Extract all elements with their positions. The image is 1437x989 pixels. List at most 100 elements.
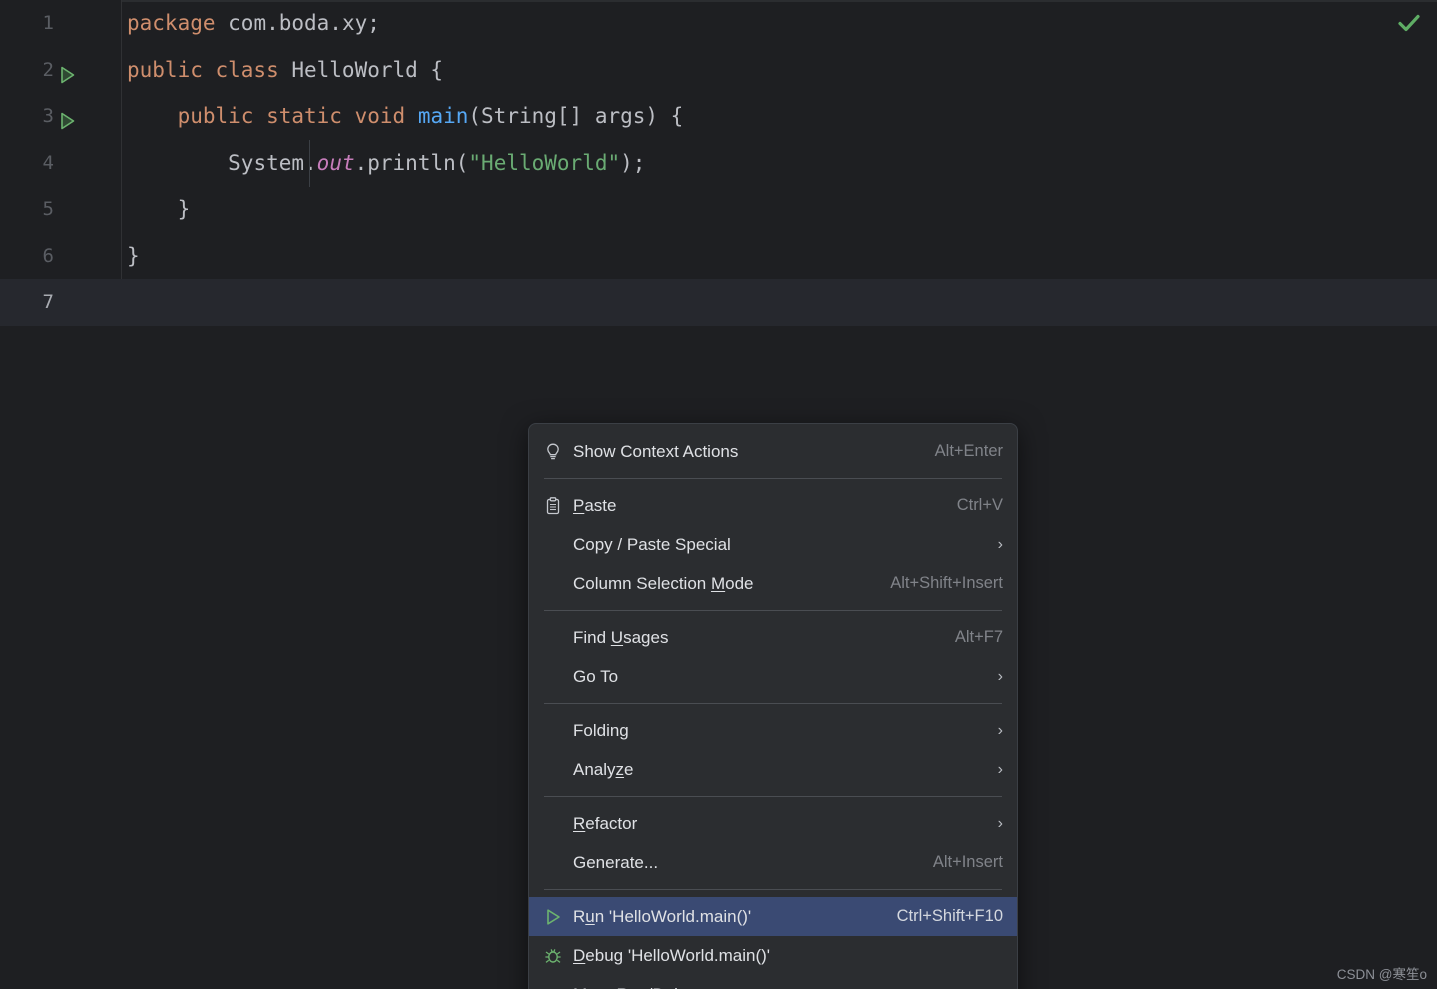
menu-item-label: Go To bbox=[573, 666, 619, 686]
chevron-right-icon: › bbox=[997, 760, 1003, 778]
run-gutter-icon[interactable] bbox=[56, 105, 78, 130]
gutter-line-3: 3 bbox=[0, 93, 122, 140]
code-line-7 bbox=[122, 279, 1437, 326]
token-static-field: out bbox=[316, 150, 355, 175]
no-icon bbox=[543, 984, 573, 989]
menu-item-shortcut: Alt+F7 bbox=[954, 628, 1003, 646]
line-number: 2 bbox=[42, 58, 54, 81]
menu-item-shortcut: Alt+Insert bbox=[932, 853, 1003, 871]
code-line-2: public class HelloWorld { bbox=[122, 47, 1437, 94]
menu-item-shortcut: Ctrl+V bbox=[956, 496, 1003, 514]
editor-context-menu[interactable]: Show Context Actions Alt+Enter Paste Ctr… bbox=[528, 423, 1018, 989]
no-icon bbox=[543, 759, 573, 781]
lightbulb-icon bbox=[543, 441, 573, 463]
token-method-name: main bbox=[405, 104, 469, 128]
menu-item-label: Paste bbox=[573, 495, 617, 515]
token-params: (String[] args) { bbox=[468, 104, 684, 128]
menu-item-shortcut: Ctrl+Shift+F10 bbox=[896, 907, 1003, 925]
line-number: 1 bbox=[42, 12, 54, 34]
run-play-icon bbox=[543, 906, 573, 928]
checkmark-icon[interactable] bbox=[1396, 10, 1422, 36]
menu-item-label: Column Selection Mode bbox=[573, 573, 754, 593]
token-brace: } bbox=[127, 243, 140, 268]
menu-item-label: Refactor bbox=[573, 813, 638, 833]
token-string-literal: "HelloWorld" bbox=[468, 150, 621, 175]
chevron-right-icon: › bbox=[997, 814, 1003, 832]
token-brace: } bbox=[127, 197, 191, 221]
token-system: System. bbox=[228, 150, 317, 175]
code-line-4: System.out.println("HelloWorld"); bbox=[122, 140, 1437, 187]
menu-item-label: Folding bbox=[573, 720, 629, 740]
menu-item-folding[interactable]: Folding › bbox=[529, 711, 1017, 750]
no-icon bbox=[543, 627, 573, 649]
menu-item-label: Copy / Paste Special bbox=[573, 534, 731, 554]
line-number: 6 bbox=[42, 244, 54, 267]
menu-item-go-to[interactable]: Go To › bbox=[529, 657, 1017, 696]
chevron-right-icon: › bbox=[997, 535, 1003, 553]
menu-item-label: Debug 'HelloWorld.main()' bbox=[573, 945, 771, 965]
menu-separator bbox=[544, 610, 1002, 611]
line-number-current: 7 bbox=[42, 291, 54, 313]
no-icon bbox=[543, 534, 573, 556]
menu-item-generate[interactable]: Generate... Alt+Insert bbox=[529, 843, 1017, 882]
menu-item-label: Show Context Actions bbox=[573, 441, 739, 461]
menu-item-refactor[interactable]: Refactor › bbox=[529, 804, 1017, 843]
token-keyword: void bbox=[341, 104, 406, 128]
editor-gutter[interactable]: 1 2 3 4 5 6 7 bbox=[0, 0, 122, 326]
watermark: CSDN @寒笙o bbox=[1336, 967, 1427, 982]
clipboard-icon bbox=[543, 495, 573, 517]
code-text[interactable]: package com.boda.xy; public class HelloW… bbox=[122, 0, 1437, 326]
menu-separator bbox=[544, 796, 1002, 797]
no-icon bbox=[543, 666, 573, 688]
gutter-line-6: 6 bbox=[0, 233, 122, 280]
menu-item-label: Analyze bbox=[573, 759, 634, 779]
menu-item-more-run-debug[interactable]: More Run/Debug › bbox=[529, 975, 1017, 989]
menu-item-paste[interactable]: Paste Ctrl+V bbox=[529, 486, 1017, 525]
menu-item-label: More Run/Debug bbox=[573, 985, 980, 989]
token-println: .println( bbox=[354, 150, 469, 175]
chevron-right-icon: › bbox=[997, 667, 1003, 685]
menu-separator bbox=[544, 703, 1002, 704]
menu-separator bbox=[544, 478, 1002, 479]
gutter-line-7: 7 bbox=[0, 279, 122, 326]
code-area: 1 2 3 4 5 6 7 package com.boda.xy; publi… bbox=[0, 0, 1437, 326]
no-icon bbox=[543, 813, 573, 835]
menu-item-shortcut: Alt+Enter bbox=[934, 442, 1003, 460]
gutter-line-2: 2 bbox=[0, 47, 122, 94]
token-class-name: HelloWorld { bbox=[278, 57, 444, 82]
token-keyword: public bbox=[127, 57, 203, 82]
menu-separator bbox=[544, 889, 1002, 890]
menu-item-label: Generate... bbox=[573, 852, 659, 872]
menu-item-run-helloworld-main[interactable]: Run 'HelloWorld.main()' Ctrl+Shift+F10 bbox=[529, 897, 1017, 936]
token-keyword: static bbox=[253, 104, 342, 128]
menu-item-find-usages[interactable]: Find Usages Alt+F7 bbox=[529, 618, 1017, 657]
code-line-1: package com.boda.xy; bbox=[122, 0, 1437, 47]
menu-item-shortcut: Alt+Shift+Insert bbox=[890, 574, 1003, 592]
code-line-5: } bbox=[122, 186, 1437, 233]
menu-item-analyze[interactable]: Analyze › bbox=[529, 750, 1017, 789]
gutter-line-4: 4 bbox=[0, 140, 122, 187]
line-number: 5 bbox=[42, 198, 54, 220]
ide-screen: 1 2 3 4 5 6 7 package com.boda.xy; publi… bbox=[0, 0, 1437, 989]
menu-item-label: Find Usages bbox=[573, 627, 669, 647]
indent-guide bbox=[309, 140, 310, 187]
no-icon bbox=[543, 573, 573, 595]
menu-item-debug-helloworld-main[interactable]: Debug 'HelloWorld.main()' bbox=[529, 936, 1017, 975]
token-keyword: public bbox=[177, 104, 254, 128]
line-number: 3 bbox=[42, 105, 54, 127]
chevron-right-icon: › bbox=[997, 721, 1003, 739]
token-punct: ); bbox=[620, 150, 646, 175]
token-keyword: package bbox=[127, 11, 216, 35]
token-package: com.boda.xy; bbox=[215, 11, 380, 35]
run-gutter-icon[interactable] bbox=[56, 59, 78, 84]
menu-item-column-selection-mode[interactable]: Column Selection Mode Alt+Shift+Insert bbox=[529, 564, 1017, 603]
menu-item-copy-paste-special[interactable]: Copy / Paste Special › bbox=[529, 525, 1017, 564]
debug-bug-icon bbox=[543, 945, 573, 967]
menu-item-label: Run 'HelloWorld.main()' bbox=[573, 906, 752, 926]
gutter-line-5: 5 bbox=[0, 186, 122, 233]
menu-item-show-context-actions[interactable]: Show Context Actions Alt+Enter bbox=[529, 432, 1017, 471]
no-icon bbox=[543, 720, 573, 742]
gutter-line-1: 1 bbox=[0, 0, 122, 47]
code-line-6: } bbox=[122, 233, 1437, 280]
token-keyword: class bbox=[202, 57, 279, 82]
